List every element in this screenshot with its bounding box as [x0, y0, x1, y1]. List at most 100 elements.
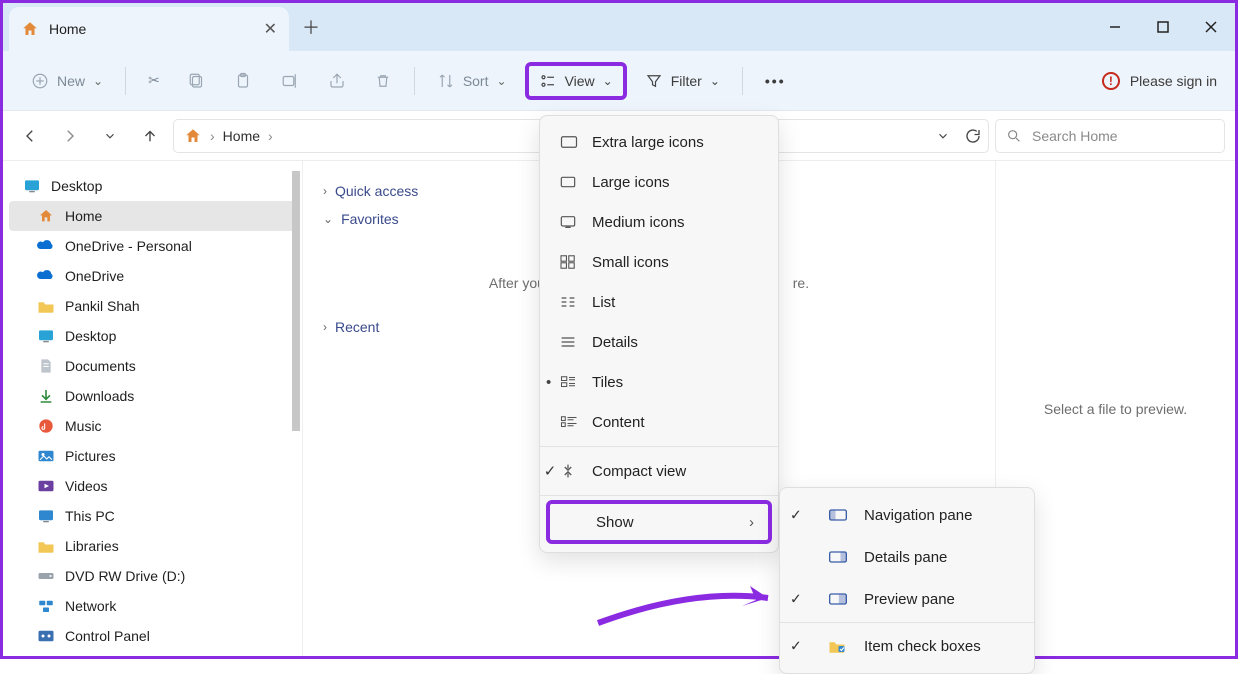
nav-label: Desktop	[51, 178, 102, 194]
tab-home[interactable]: Home ✕	[9, 7, 289, 51]
search-box[interactable]: Search Home	[995, 119, 1225, 153]
sign-in-button[interactable]: ! Please sign in	[1102, 72, 1217, 90]
menu-label: Small icons	[592, 254, 669, 271]
chevron-down-icon: ⌄	[497, 74, 507, 88]
separator	[742, 67, 743, 95]
section-label: Favorites	[341, 211, 399, 227]
nav-item-pictures[interactable]: Pictures	[3, 441, 302, 471]
sign-in-label: Please sign in	[1130, 73, 1217, 89]
sort-icon	[437, 72, 455, 90]
view-tiles[interactable]: Tiles	[540, 362, 778, 402]
onedrive-icon	[37, 237, 55, 255]
pictures-icon	[37, 447, 55, 465]
cut-button[interactable]: ✂	[138, 62, 170, 100]
nav-item-libraries[interactable]: Libraries	[3, 531, 302, 561]
up-button[interactable]	[133, 119, 167, 153]
nav-item-user-folder[interactable]: Pankil Shah	[3, 291, 302, 321]
clipboard-icon	[234, 72, 252, 90]
view-medium-icons[interactable]: Medium icons	[540, 202, 778, 242]
sort-button[interactable]: Sort ⌄	[427, 62, 517, 100]
nav-item-dvd-drive[interactable]: DVD RW Drive (D:)	[3, 561, 302, 591]
view-content[interactable]: Content	[540, 402, 778, 442]
nav-item-documents[interactable]: Documents	[3, 351, 302, 381]
nav-item-desktop2[interactable]: Desktop	[3, 321, 302, 351]
nav-item-downloads[interactable]: Downloads	[3, 381, 302, 411]
chevron-right-icon: ›	[268, 128, 273, 144]
history-dropdown-button[interactable]	[93, 119, 127, 153]
nav-item-onedrive[interactable]: OneDrive	[3, 261, 302, 291]
separator	[540, 495, 778, 496]
close-window-button[interactable]	[1187, 3, 1235, 51]
chevron-down-icon: ⌄	[93, 74, 103, 88]
new-tab-button[interactable]: ＋	[289, 5, 333, 49]
copy-button[interactable]	[178, 62, 216, 100]
chevron-down-icon: ⌄	[710, 74, 720, 88]
address-dropdown-icon[interactable]	[936, 129, 950, 143]
navigation-pane: Desktop Home OneDrive - Personal OneDriv…	[3, 161, 303, 656]
view-small-icons[interactable]: Small icons	[540, 242, 778, 282]
show-preview-pane[interactable]: ✓ Preview pane	[780, 578, 1034, 620]
menu-label: Compact view	[592, 463, 686, 480]
nav-item-control-panel[interactable]: Control Panel	[3, 621, 302, 651]
chevron-right-icon: ›	[210, 128, 215, 144]
nav-item-music[interactable]: Music	[3, 411, 302, 441]
nav-item-network[interactable]: Network	[3, 591, 302, 621]
refresh-button[interactable]	[964, 127, 982, 145]
nav-label: Libraries	[65, 538, 119, 554]
view-compact[interactable]: ✓ Compact view	[540, 451, 778, 491]
view-icon	[539, 72, 557, 90]
new-button[interactable]: New ⌄	[21, 62, 113, 100]
filter-button[interactable]: Filter ⌄	[635, 62, 730, 100]
nav-label: Videos	[65, 478, 108, 494]
nav-item-videos[interactable]: Videos	[3, 471, 302, 501]
menu-label: Show	[596, 514, 634, 531]
nav-item-home[interactable]: Home	[9, 201, 296, 231]
view-show[interactable]: Show ›	[546, 500, 772, 544]
home-icon	[184, 127, 202, 145]
back-button[interactable]	[13, 119, 47, 153]
search-placeholder: Search Home	[1032, 128, 1118, 144]
nav-label: Pictures	[65, 448, 116, 464]
view-menu: Extra large icons Large icons Medium ico…	[539, 115, 779, 553]
nav-label: DVD RW Drive (D:)	[65, 568, 185, 584]
nav-item-onedrive-personal[interactable]: OneDrive - Personal	[3, 231, 302, 261]
navigation-pane-icon	[828, 508, 850, 522]
nav-label: Network	[65, 598, 116, 614]
view-button[interactable]: View ⌄	[525, 62, 627, 100]
share-icon	[328, 72, 346, 90]
scrollbar[interactable]	[292, 171, 300, 431]
controlpanel-icon	[37, 627, 55, 645]
view-list[interactable]: List	[540, 282, 778, 322]
nav-item-desktop[interactable]: Desktop	[3, 171, 302, 201]
menu-label: Medium icons	[592, 214, 685, 231]
title-bar: Home ✕ ＋	[3, 3, 1235, 51]
network-icon	[37, 597, 55, 615]
view-large-icons[interactable]: Large icons	[540, 162, 778, 202]
share-button[interactable]	[318, 62, 356, 100]
view-details[interactable]: Details	[540, 322, 778, 362]
chevron-right-icon: ›	[323, 320, 327, 334]
show-item-check-boxes[interactable]: ✓ Item check boxes	[780, 625, 1034, 667]
toolbar: New ⌄ ✂ Sort ⌄ View ⌄ Filter ⌄ ••• ! Ple…	[3, 51, 1235, 111]
plus-circle-icon	[31, 72, 49, 90]
breadcrumb-location[interactable]: Home	[223, 128, 260, 144]
minimize-button[interactable]	[1091, 3, 1139, 51]
tab-close-icon[interactable]: ✕	[264, 19, 277, 39]
forward-button[interactable]	[53, 119, 87, 153]
show-details-pane[interactable]: Details pane	[780, 536, 1034, 578]
nav-label: OneDrive - Personal	[65, 238, 192, 254]
nav-label: Desktop	[65, 328, 116, 344]
menu-label: Extra large icons	[592, 134, 704, 151]
delete-button[interactable]	[364, 62, 402, 100]
new-label: New	[57, 73, 85, 89]
more-button[interactable]: •••	[755, 62, 796, 100]
maximize-button[interactable]	[1139, 3, 1187, 51]
show-navigation-pane[interactable]: ✓ Navigation pane	[780, 494, 1034, 536]
view-extra-large-icons[interactable]: Extra large icons	[540, 122, 778, 162]
rename-button[interactable]	[270, 62, 310, 100]
paste-button[interactable]	[224, 62, 262, 100]
preview-pane-icon	[828, 592, 850, 606]
search-icon	[1006, 128, 1022, 144]
nav-item-thispc[interactable]: This PC	[3, 501, 302, 531]
videos-icon	[37, 477, 55, 495]
